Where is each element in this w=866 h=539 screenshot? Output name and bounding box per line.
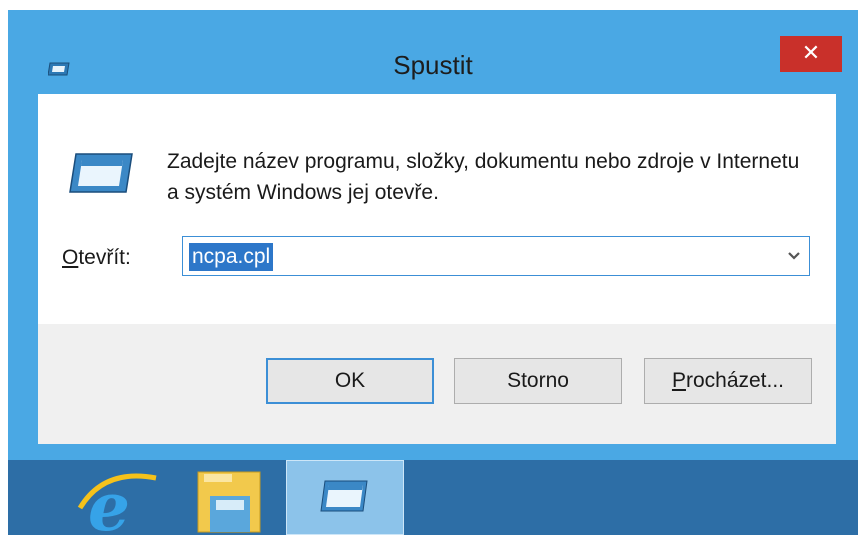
file-explorer-icon	[197, 471, 261, 533]
browse-label: rocházet...	[685, 369, 785, 392]
run-dialog-icon	[320, 480, 368, 512]
run-program-icon	[69, 153, 133, 193]
dialog-content: Zadejte název programu, složky, dokument…	[38, 94, 836, 444]
browse-button[interactable]: Procházet...	[644, 358, 812, 404]
window-title: Spustit	[393, 50, 473, 80]
taskbar-run-dialog[interactable]	[286, 460, 404, 535]
chevron-down-icon[interactable]	[787, 245, 801, 267]
open-combobox-value[interactable]: ncpa.cpl	[189, 243, 274, 271]
open-combobox[interactable]: ncpa.cpl	[182, 236, 810, 276]
close-button[interactable]: ✕	[780, 36, 842, 72]
open-label: Otevřít:	[62, 246, 131, 270]
cancel-button[interactable]: Storno	[454, 358, 622, 404]
run-dialog-window: Spustit ✕ Zadejte název programu, složky…	[8, 10, 858, 460]
taskbar: e	[8, 460, 858, 539]
internet-explorer-icon: e	[77, 468, 157, 539]
open-label-text: tevřít:	[78, 246, 131, 269]
open-label-mnemonic: O	[62, 246, 79, 269]
instruction-text: Zadejte název programu, složky, dokument…	[167, 150, 800, 204]
browse-mnemonic: P	[671, 369, 686, 392]
dialog-upper-panel: Zadejte název programu, složky, dokument…	[38, 94, 836, 324]
taskbar-internet-explorer[interactable]: e	[70, 460, 166, 539]
title-bar[interactable]: Spustit ✕	[8, 10, 858, 90]
taskbar-file-explorer[interactable]	[184, 460, 280, 535]
ok-button[interactable]: OK	[266, 358, 434, 404]
